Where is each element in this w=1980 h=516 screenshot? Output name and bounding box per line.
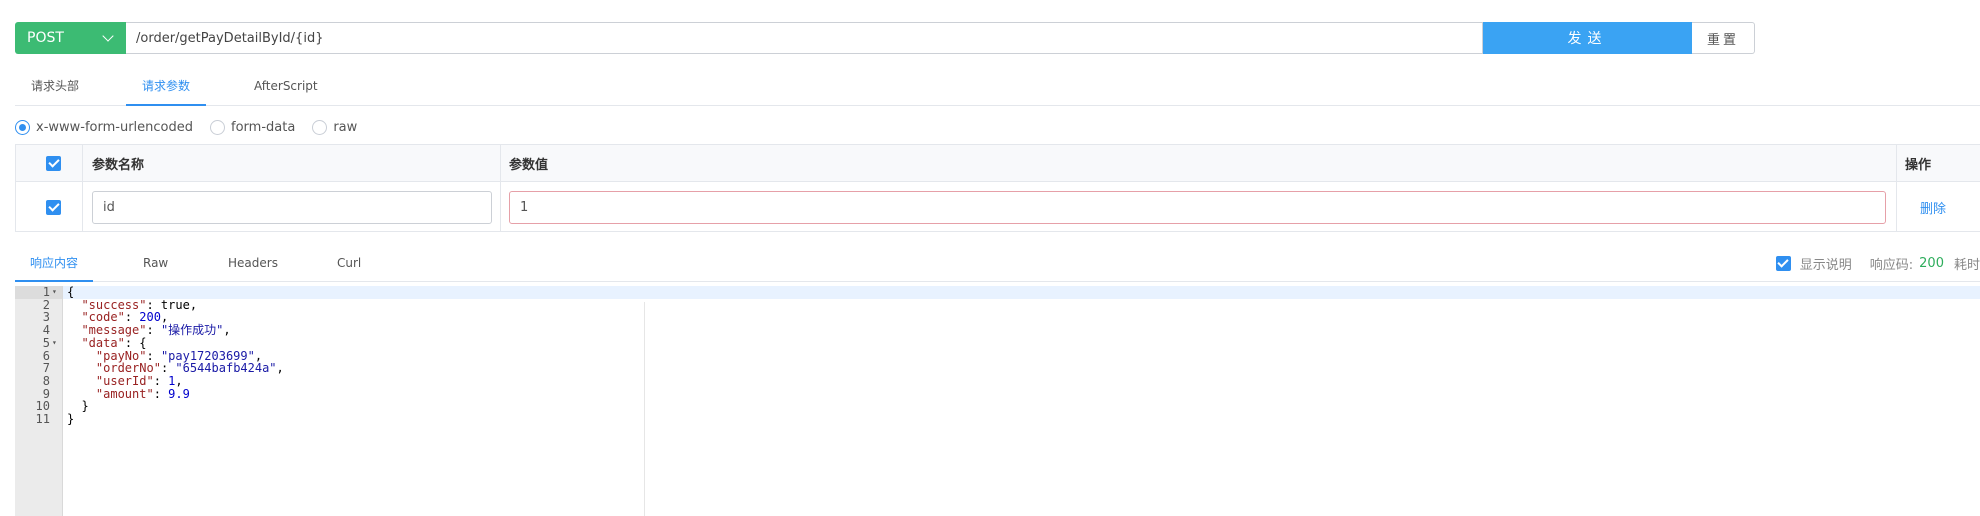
radio-label: x-www-form-urlencoded xyxy=(36,119,194,135)
param-name-cell xyxy=(92,182,492,232)
response-meta: 显示说明 响应码: 200 耗时 xyxy=(1775,248,1980,278)
column-divider xyxy=(82,145,83,181)
response-tabs: 响应内容 Raw Headers Curl 显示说明 响应码: 200 耗时 xyxy=(15,248,1980,282)
tab-response-headers[interactable]: Headers xyxy=(213,248,293,282)
header-action: 操作 xyxy=(1905,157,1932,173)
table-row: 删除 xyxy=(16,182,1980,232)
json-punctuation: , xyxy=(276,361,284,376)
json-punctuation: } xyxy=(67,412,75,426)
active-line-highlight xyxy=(15,286,1980,299)
code-line: } xyxy=(67,413,74,426)
json-string: "操作成功" xyxy=(160,323,224,338)
radio-form-data[interactable]: form-data xyxy=(210,119,296,135)
line-number: 7 xyxy=(42,361,50,376)
time-label: 耗时 xyxy=(1953,257,1980,273)
select-all-checkbox[interactable] xyxy=(46,155,61,171)
row-select xyxy=(46,182,61,232)
method-label: POST xyxy=(27,30,64,46)
radio-urlencoded[interactable]: x-www-form-urlencoded xyxy=(15,119,194,135)
method-select[interactable]: POST xyxy=(15,22,126,54)
response-editor[interactable]: 1 ▾{2 "success": true, 3 "code": 200, 4 "me… xyxy=(15,286,1980,516)
send-button[interactable]: 发送 xyxy=(1483,22,1692,54)
json-punctuation: : xyxy=(146,323,161,338)
line-number: 5 xyxy=(42,335,50,350)
column-divider xyxy=(1896,182,1897,232)
line-number: 4 xyxy=(42,323,50,338)
request-bar: POST 发送 重置 xyxy=(15,22,1755,54)
header-select-all xyxy=(46,145,61,181)
params-table: 参数名称 参数值 操作 删除 xyxy=(15,144,1980,232)
radio-unchecked-icon[interactable] xyxy=(210,119,226,135)
request-tabs: 请求头部 请求参数 AfterScript xyxy=(15,70,1980,106)
param-name-input[interactable] xyxy=(92,190,492,224)
reset-button[interactable]: 重置 xyxy=(1692,22,1755,54)
radio-unchecked-icon[interactable] xyxy=(312,119,328,135)
column-divider xyxy=(1896,145,1897,181)
fold-arrow-icon[interactable]: ▾ xyxy=(52,337,60,350)
json-string: "6544bafb424a" xyxy=(175,361,277,376)
action-cell: 删除 xyxy=(1920,182,1946,232)
tab-request-params[interactable]: 请求参数 xyxy=(126,70,207,106)
chevron-down-icon xyxy=(102,30,114,42)
url-input[interactable] xyxy=(126,22,1483,54)
json-number: 9.9 xyxy=(168,386,190,401)
column-divider xyxy=(500,145,501,181)
json-punctuation: , xyxy=(223,323,231,338)
line-number: 11 xyxy=(35,412,50,426)
row-checkbox[interactable] xyxy=(46,199,61,215)
tab-afterscript[interactable]: AfterScript xyxy=(238,70,334,106)
params-table-header: 参数名称 参数值 操作 xyxy=(16,145,1980,182)
tab-request-headers[interactable]: 请求头部 xyxy=(15,70,95,106)
status-label: 响应码: xyxy=(1869,257,1914,273)
delete-link[interactable]: 删除 xyxy=(1920,198,1946,217)
json-key: "amount" xyxy=(95,386,154,401)
fold-arrow-icon[interactable]: ▾ xyxy=(52,286,60,299)
column-divider xyxy=(500,182,501,232)
radio-checked-icon[interactable] xyxy=(15,119,30,135)
status-code: 200 xyxy=(1919,255,1944,271)
show-desc-label: 显示说明 xyxy=(1799,257,1852,273)
tab-response-raw[interactable]: Raw xyxy=(128,248,183,282)
print-margin xyxy=(644,302,645,516)
body-type-group: x-www-form-urlencoded form-data raw xyxy=(15,118,374,136)
radio-label: raw xyxy=(333,119,358,135)
radio-label: form-data xyxy=(231,119,296,135)
line-number: 1 xyxy=(42,285,50,299)
tab-response-content[interactable]: 响应内容 xyxy=(15,248,94,282)
line-number: 8 xyxy=(42,373,50,388)
show-desc-checkbox[interactable] xyxy=(1775,255,1791,271)
tab-response-curl[interactable]: Curl xyxy=(322,248,376,282)
header-param-name: 参数名称 xyxy=(92,157,145,173)
column-divider xyxy=(82,182,83,232)
param-value-cell xyxy=(509,182,1886,232)
param-value-input[interactable] xyxy=(509,190,1886,224)
header-param-value: 参数值 xyxy=(509,157,549,173)
json-punctuation: : xyxy=(153,386,169,401)
radio-raw[interactable]: raw xyxy=(312,119,358,135)
